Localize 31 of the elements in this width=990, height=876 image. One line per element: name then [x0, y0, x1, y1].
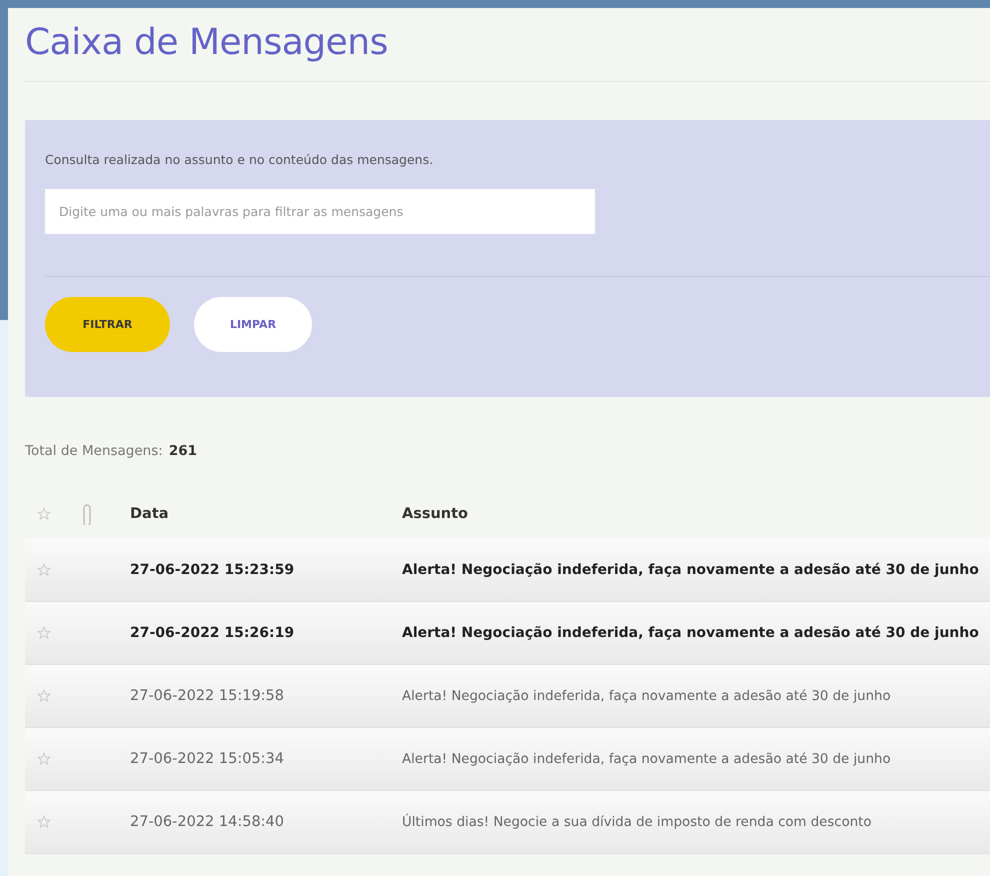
subject-cell: Alerta! Negociação indeferida, faça novamente a adesão até 30 de junho — [402, 688, 891, 704]
star-icon[interactable] — [37, 752, 51, 766]
star-icon[interactable] — [37, 507, 51, 521]
star-icon[interactable] — [37, 689, 51, 703]
column-header[interactable]: Data — [130, 506, 402, 522]
subject-cell: Alerta! Negociação indeferida, faça novamente a adesão até 30 de junho — [402, 625, 979, 641]
star-icon[interactable] — [37, 815, 51, 829]
date-cell-text: 27-06-2022 15:19:58 — [130, 688, 285, 704]
filter-button[interactable]: FILTRAR — [45, 297, 170, 352]
subject-cell: Últimos dias! Negocie a sua dívida de imposto de renda com desconto — [402, 814, 872, 830]
message-row[interactable]: 27-06-2022 15:23:59 Alerta! Negociação indeferida, faça novamente a adesão até 30 de junho — [25, 539, 990, 602]
star-icon[interactable] — [37, 626, 51, 640]
date-cell-text: 27-06-2022 14:58:40 — [130, 814, 285, 830]
message-row[interactable]: 27-06-2022 14:58:40 Últimos dias! Negocie a sua dívida de imposto de renda com desconto — [25, 791, 990, 854]
search-field[interactable]: Digite uma ou mais palavras para filtrar as mensagens — [45, 189, 595, 234]
message-row[interactable]: 27-06-2022 15:05:34 Alerta! Negociação indeferida, faça novamente a adesão até 30 de junho — [25, 728, 990, 791]
column-header[interactable]: Assunto — [402, 506, 468, 522]
message-row[interactable]: 27-06-2022 15:26:19 Alerta! Negociação indeferida, faça novamente a adesão até 30 de junho — [25, 602, 990, 665]
total-count: 261 — [168, 443, 198, 459]
paperclip-icon — [82, 503, 92, 525]
message-row[interactable]: 27-06-2022 15:19:58 Alerta! Negociação indeferida, faça novamente a adesão até 30 de junho — [25, 665, 990, 728]
date-cell-text: 27-06-2022 15:05:34 — [130, 751, 285, 767]
date-cell-text: 27-06-2022 15:23:59 — [130, 562, 296, 578]
subject-cell: Alerta! Negociação indeferida, faça novamente a adesão até 30 de junho — [402, 752, 891, 766]
date-cell-text: 27-06-2022 15:26:19 — [130, 625, 296, 641]
filter-button[interactable]: LIMPAR — [194, 297, 312, 352]
total-label: Total de Mensagens: — [25, 443, 163, 459]
page-title: Caixa de Mensagens — [25, 22, 990, 82]
filter-hint: Consulta realizada no assunto e no conteúdo das mensagens. — [45, 152, 434, 167]
star-icon[interactable] — [37, 563, 51, 577]
subject-cell: Alerta! Negociação indeferida, faça novamente a adesão até 30 de junho — [402, 562, 979, 578]
